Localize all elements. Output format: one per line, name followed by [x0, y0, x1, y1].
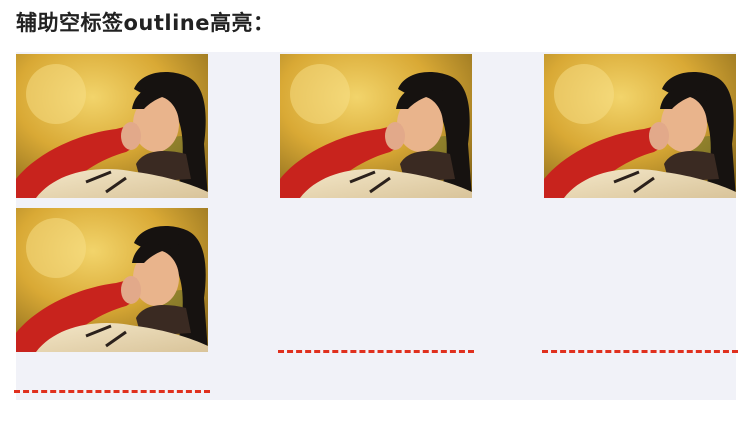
page-heading: 辅助空标签outline高亮：: [16, 11, 275, 35]
empty-tag-outline-4: [14, 390, 210, 393]
photo-image: [16, 208, 208, 352]
gallery-photo-1: [16, 54, 208, 198]
photo-image: [16, 54, 208, 198]
photo-image: [280, 54, 472, 198]
gallery-photo-3: [544, 54, 736, 198]
empty-tag-outline-2: [278, 350, 474, 353]
gallery-photo-2: [280, 54, 472, 198]
photo-image: [544, 54, 736, 198]
empty-tag-outline-3: [542, 350, 738, 353]
gallery-photo-4: [16, 208, 208, 352]
